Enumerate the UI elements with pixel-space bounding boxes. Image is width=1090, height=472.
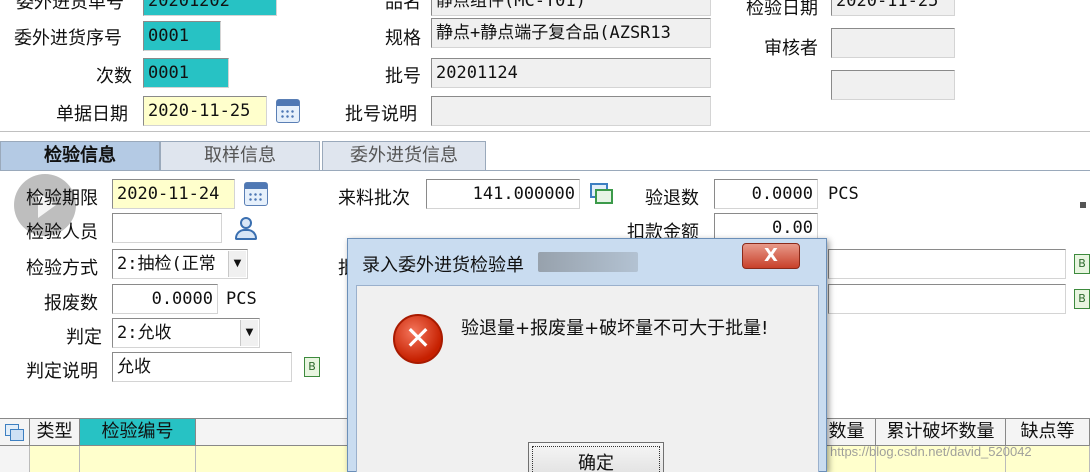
close-button[interactable]: X (742, 243, 800, 269)
calendar-icon[interactable] (276, 99, 300, 123)
dialog-body: ✕ 验退量+报废量+破坏量不可大于批量! 确定 (356, 285, 819, 472)
reviewer-field[interactable] (831, 28, 955, 58)
chevron-down-icon[interactable]: ▼ (240, 320, 258, 346)
method-select[interactable]: 2:抽检(正常 ▼ (112, 249, 248, 279)
close-icon: X (764, 245, 778, 266)
judge-desc-label: 判定说明 (26, 361, 98, 382)
section-divider (0, 131, 1090, 132)
part-name-field[interactable]: 静点组件(MC-T01) (431, 0, 711, 16)
judge-value: 2:允收 (117, 323, 172, 343)
copy-icon[interactable] (590, 183, 614, 205)
judge-label: 判定 (66, 327, 102, 348)
error-icon: ✕ (393, 314, 443, 364)
method-label: 检验方式 (26, 258, 98, 279)
ok-button-label: 确定 (578, 453, 614, 472)
watermark-text: https://blog.csdn.net/david_520042 (830, 444, 1032, 459)
incoming-batch-field[interactable]: 141.000000 (426, 179, 580, 209)
scrap-label: 报废数 (44, 293, 98, 314)
table-row[interactable] (0, 446, 30, 472)
batch-field[interactable]: 20201124 (431, 58, 711, 88)
col-type[interactable]: 类型 (30, 418, 80, 446)
return-field[interactable]: 0.0000 (714, 179, 818, 209)
batch-label: 批号 (385, 66, 421, 87)
dialog-message: 验退量+报废量+破坏量不可大于批量! (461, 318, 769, 339)
judge-select[interactable]: 2:允收 ▼ (112, 318, 260, 348)
scrap-unit: PCS (226, 289, 257, 309)
ok-button[interactable]: 确定 (528, 442, 664, 472)
times-label: 次数 (96, 66, 132, 87)
reviewer-label: 审核者 (764, 38, 818, 59)
doc-date-field[interactable]: 2020-11-25 (143, 96, 267, 126)
tab-subcontract-info[interactable]: 委外进货信息 (322, 141, 486, 171)
tab-sampling-info[interactable]: 取样信息 (160, 141, 320, 171)
scrap-field[interactable]: 0.0000 (112, 284, 218, 314)
spec-field[interactable]: 静点+静点端子复合品(AZSR13 (431, 18, 711, 48)
inspect-date-label: 检验日期 (746, 0, 818, 19)
table-cell[interactable] (80, 446, 196, 472)
user-search-icon[interactable] (234, 216, 258, 242)
lookup-icon[interactable]: B (304, 357, 320, 377)
inspector-label: 检验人员 (26, 222, 98, 243)
spec-label: 规格 (385, 28, 421, 49)
inspector-field[interactable] (112, 213, 222, 243)
dialog-title: 录入委外进货检验单 (362, 255, 524, 276)
doc-date-label: 单据日期 (56, 104, 128, 125)
table-cell[interactable] (30, 446, 80, 472)
col-defect[interactable]: 缺点等 (1006, 418, 1090, 446)
lookup-icon[interactable]: B (1074, 289, 1090, 309)
incoming-batch-label: 来料批次 (338, 188, 410, 209)
extra-field[interactable] (831, 70, 955, 100)
chevron-down-icon[interactable]: ▼ (228, 251, 246, 277)
seq-label: 委外进货序号 (14, 28, 122, 49)
return-unit: PCS (828, 184, 859, 204)
scroll-marker (1080, 202, 1086, 208)
right-field-2[interactable] (828, 284, 1066, 314)
redacted-title-part (538, 252, 638, 272)
tab-inspection-info[interactable]: 检验信息 (0, 141, 160, 171)
method-value: 2:抽检(正常 (117, 254, 216, 274)
contract-no-label: 委外进货单号 (16, 0, 124, 13)
batch-desc-field[interactable] (431, 96, 711, 126)
judge-desc-field[interactable]: 允收 (112, 352, 292, 382)
return-label: 验退数 (645, 188, 699, 209)
tab-underline (0, 170, 1090, 171)
inspect-date-field[interactable]: 2020-11-25 (831, 0, 955, 16)
col-cum-damage[interactable]: 累计破坏数量 (876, 418, 1006, 446)
deadline-field[interactable]: 2020-11-24 (112, 179, 235, 209)
times-field[interactable]: 0001 (143, 58, 229, 88)
part-name-label: 品名 (385, 0, 421, 13)
contract-no-field[interactable]: 20201202 (143, 0, 277, 16)
right-field-1[interactable] (828, 249, 1066, 279)
batch-desc-label: 批号说明 (345, 104, 417, 125)
col-inspect-no[interactable]: 检验编号 (80, 418, 196, 446)
grid-corner[interactable] (0, 418, 30, 446)
deadline-label: 检验期限 (26, 188, 98, 209)
calendar-icon[interactable] (244, 182, 268, 206)
lookup-icon[interactable]: B (1074, 254, 1090, 274)
error-dialog: 录入委外进货检验单 X ✕ 验退量+报废量+破坏量不可大于批量! 确定 (347, 238, 827, 472)
seq-field[interactable]: 0001 (143, 21, 221, 51)
